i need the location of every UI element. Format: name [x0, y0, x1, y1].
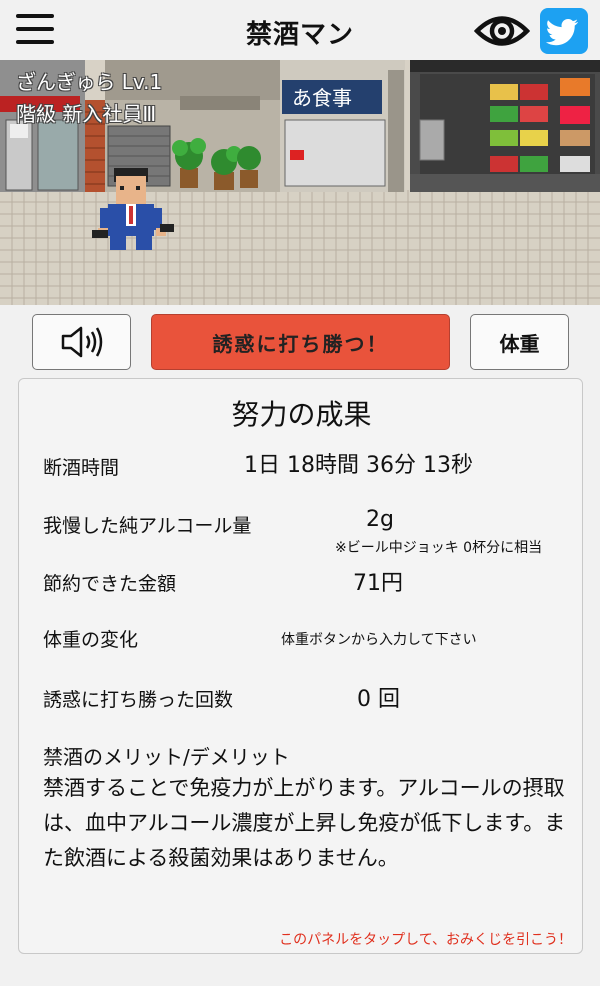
player-level: ざんぎゅら Lv.1	[16, 70, 163, 94]
temptation-count-label: 誘惑に打ち勝った回数	[43, 689, 234, 711]
twitter-bird-icon[interactable]	[540, 8, 588, 54]
weight-change-label: 体重の変化	[43, 629, 139, 651]
merit-title: 禁酒のメリット/デメリット	[43, 745, 290, 769]
panel-title: 努力の成果	[231, 398, 372, 431]
merit-body: 禁酒することで免疫力が上がります。アルコールの摂取は、血中アルコール濃度が上昇し…	[43, 776, 566, 870]
app-header: 禁酒マン	[0, 0, 600, 60]
shop-sign-text: あ食事	[292, 86, 352, 110]
money-value: 71円	[353, 571, 403, 596]
alcohol-label: 我慢した純アルコール量	[43, 515, 252, 537]
player-status: ざんぎゅら Lv.1 階級 新入社員Ⅲ	[16, 66, 162, 130]
weight-change-value: 体重ボタンから入力して下さい	[281, 632, 477, 648]
money-label: 節約できた金額	[43, 573, 177, 595]
overcome-temptation-button[interactable]: 誘惑に打ち勝つ！	[151, 314, 450, 370]
alcohol-value: 2g	[366, 507, 394, 532]
speaker-icon	[61, 326, 102, 358]
omikuji-hint: このパネルをタップして、おみくじを引こう！	[279, 932, 572, 948]
sound-toggle-button[interactable]	[32, 314, 131, 370]
game-scene[interactable]: あ食事 ざんぎゅら Lv.1 階級 新入社員Ⅲ	[0, 60, 600, 305]
weight-button[interactable]: 体重	[470, 314, 569, 370]
abstinence-time-label: 断酒時間	[43, 457, 120, 479]
abstinence-time-value: 1日 18時間 36分 13秒	[244, 453, 473, 478]
eye-icon[interactable]	[473, 8, 531, 54]
temptation-count-value: 0 回	[357, 687, 400, 712]
results-panel[interactable]: 努力の成果 断酒時間 1日 18時間 36分 13秒 我慢した純アルコール量 2…	[18, 378, 583, 954]
alcohol-note: ※ビール中ジョッキ 0杯分に相当	[335, 540, 543, 556]
player-rank: 階級 新入社員Ⅲ	[16, 102, 157, 126]
